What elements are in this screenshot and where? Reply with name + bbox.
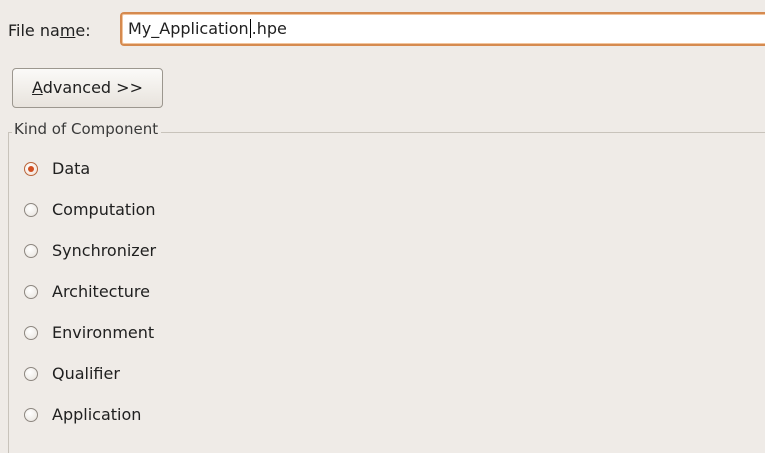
filename-label-suffix: e: — [75, 20, 91, 40]
radio-label[interactable]: Synchronizer — [52, 241, 156, 260]
filename-label: File name: — [8, 21, 91, 40]
component-kind-options: Data Computation Synchronizer Architectu… — [24, 148, 156, 435]
radio-option-computation[interactable]: Computation — [24, 189, 156, 230]
component-kind-title: Kind of Component — [12, 120, 162, 138]
filename-value-stem: My_Application — [128, 19, 249, 38]
filename-value-extension: .hpe — [251, 19, 287, 38]
advanced-button-mnemonic: A — [32, 78, 43, 97]
radio-label[interactable]: Application — [52, 405, 141, 424]
advanced-button[interactable]: Advanced >> — [12, 68, 163, 108]
radio-option-synchronizer[interactable]: Synchronizer — [24, 230, 156, 271]
radio-label[interactable]: Environment — [52, 323, 154, 342]
filename-label-text: File na — [8, 20, 60, 40]
filename-row: File name: — [0, 10, 91, 50]
filename-input[interactable]: My_Application .hpe — [120, 12, 765, 46]
radio-label[interactable]: Architecture — [52, 282, 150, 301]
radio-option-architecture[interactable]: Architecture — [24, 271, 156, 312]
radio-option-application[interactable]: Application — [24, 394, 156, 435]
advanced-button-label: dvanced >> — [42, 78, 143, 97]
radio-button-icon[interactable] — [24, 325, 38, 340]
radio-option-environment[interactable]: Environment — [24, 312, 156, 353]
filename-label-mnemonic: m — [59, 20, 76, 40]
radio-label[interactable]: Qualifier — [52, 364, 120, 383]
radio-option-qualifier[interactable]: Qualifier — [24, 353, 156, 394]
radio-button-icon[interactable] — [24, 243, 38, 258]
radio-button-icon[interactable] — [24, 407, 38, 422]
radio-button-icon[interactable] — [24, 366, 38, 381]
radio-label[interactable]: Computation — [52, 200, 156, 219]
radio-button-icon[interactable] — [24, 202, 38, 217]
radio-button-icon[interactable] — [24, 284, 38, 299]
text-caret — [249, 19, 251, 38]
radio-button-icon[interactable] — [24, 161, 38, 176]
radio-option-data[interactable]: Data — [24, 148, 156, 189]
radio-label[interactable]: Data — [52, 159, 90, 178]
